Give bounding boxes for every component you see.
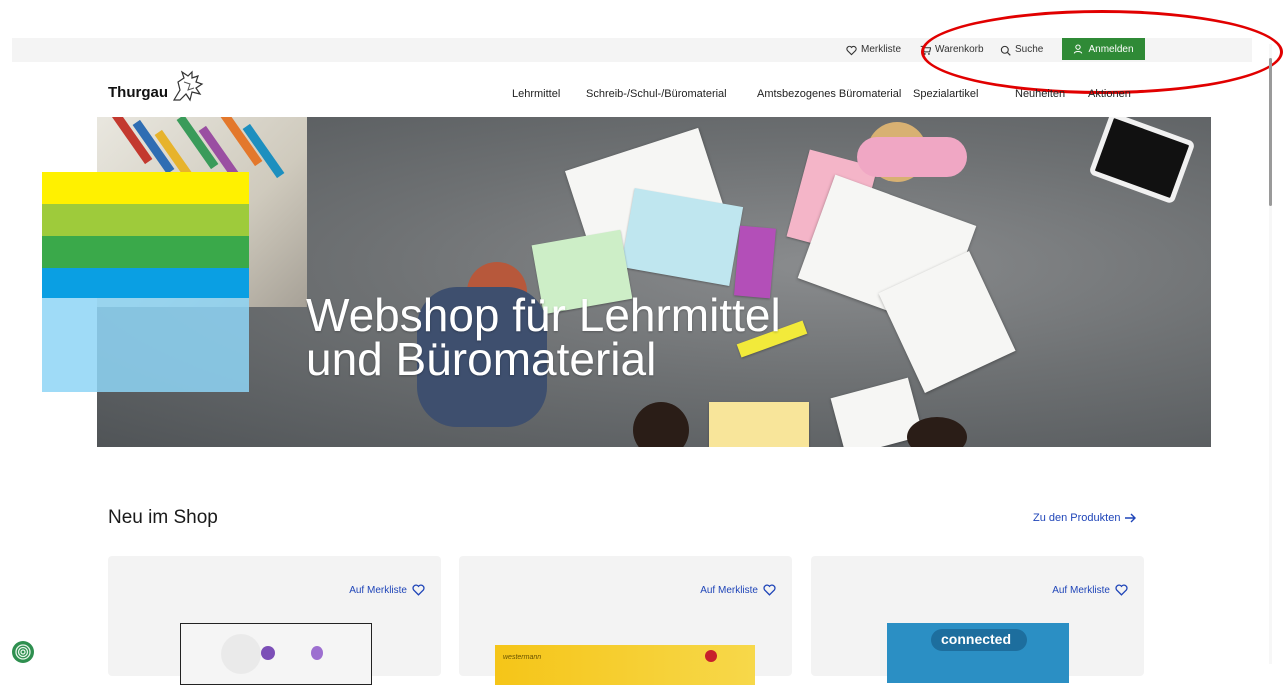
brand-stripe-yellow [42, 172, 249, 204]
publisher-logo-icon [705, 650, 717, 662]
product-image[interactable] [180, 623, 372, 685]
user-icon [1074, 44, 1083, 54]
product-cover-title: connected [941, 631, 1012, 647]
product-image[interactable]: westermann [495, 645, 755, 685]
publisher-label: westermann [503, 654, 542, 661]
to-products-label: Zu den Produkten [1033, 512, 1121, 524]
toy-figure-shape [311, 646, 323, 660]
search-icon [1000, 45, 1011, 56]
nav-lehrmittel[interactable]: Lehrmittel [512, 88, 560, 100]
heart-icon [846, 45, 857, 55]
heart-icon [1115, 584, 1128, 596]
toy-figure-shape [221, 634, 261, 674]
add-to-wishlist-button[interactable]: Auf Merkliste [1052, 584, 1128, 596]
fingerprint-glyph-icon [15, 644, 31, 660]
scrollbar-thumb[interactable] [1269, 58, 1272, 206]
product-card[interactable]: Auf Merkliste [108, 556, 441, 685]
toy-figure-shape [261, 646, 275, 660]
wishlist-link[interactable]: Merkliste [846, 38, 901, 62]
product-image[interactable]: connected [887, 623, 1069, 683]
hero-title-line-2: und Büromaterial [306, 333, 657, 385]
heart-icon [412, 584, 425, 596]
hero-title-line-1: Webshop für Lehrmittel [306, 289, 781, 341]
to-products-link[interactable]: Zu den Produkten [1033, 512, 1137, 524]
paper-sheet [620, 188, 744, 286]
heart-icon [763, 584, 776, 596]
tablet-device [1088, 117, 1196, 205]
hero-image [97, 117, 1211, 447]
add-to-wishlist-label: Auf Merkliste [1052, 584, 1110, 596]
child-body [857, 137, 967, 177]
brand-stripe-blue [42, 268, 249, 298]
cart-label: Warenkorb [935, 44, 984, 55]
fingerprint-icon[interactable] [12, 641, 34, 663]
search-label: Suche [1015, 44, 1044, 55]
product-card[interactable]: Auf Merkliste westermann [459, 556, 792, 685]
hero-title: Webshop für Lehrmittel und Büromaterial [306, 289, 781, 385]
add-to-wishlist-label: Auf Merkliste [349, 584, 407, 596]
login-button[interactable]: Anmelden [1062, 38, 1145, 60]
thurgau-lion-icon [172, 70, 204, 102]
site-logo[interactable]: Thurgau [108, 84, 168, 101]
ruler-shape [734, 225, 776, 299]
arrow-right-icon [1125, 513, 1137, 523]
brand-stripe-lightblue [42, 298, 249, 392]
brand-stripe-lightgreen [42, 204, 249, 236]
add-to-wishlist-button[interactable]: Auf Merkliste [349, 584, 425, 596]
add-to-wishlist-button[interactable]: Auf Merkliste [700, 584, 776, 596]
section-title: Neu im Shop [108, 507, 218, 528]
cart-icon [920, 45, 931, 55]
nav-spezialartikel[interactable]: Spezialartikel [913, 88, 978, 100]
cart-link[interactable]: Warenkorb [920, 38, 984, 62]
add-to-wishlist-label: Auf Merkliste [700, 584, 758, 596]
paper-sheet [709, 402, 809, 447]
search-link[interactable]: Suche [1000, 38, 1043, 62]
nav-amtsbezogenes-bueromaterial[interactable]: Amtsbezogenes Büromaterial [757, 88, 901, 100]
wishlist-label: Merkliste [861, 44, 902, 55]
child-head [907, 417, 967, 447]
nav-aktionen[interactable]: Aktionen [1088, 88, 1131, 100]
login-label: Anmelden [1088, 43, 1134, 55]
brand-stripe-green [42, 236, 249, 268]
nav-schreib-schul-bueromaterial[interactable]: Schreib-/Schul-/Büromaterial [586, 88, 727, 100]
nav-neuheiten[interactable]: Neuheiten [1015, 88, 1065, 100]
product-card[interactable]: Auf Merkliste connected [811, 556, 1144, 683]
child-head [633, 402, 689, 447]
